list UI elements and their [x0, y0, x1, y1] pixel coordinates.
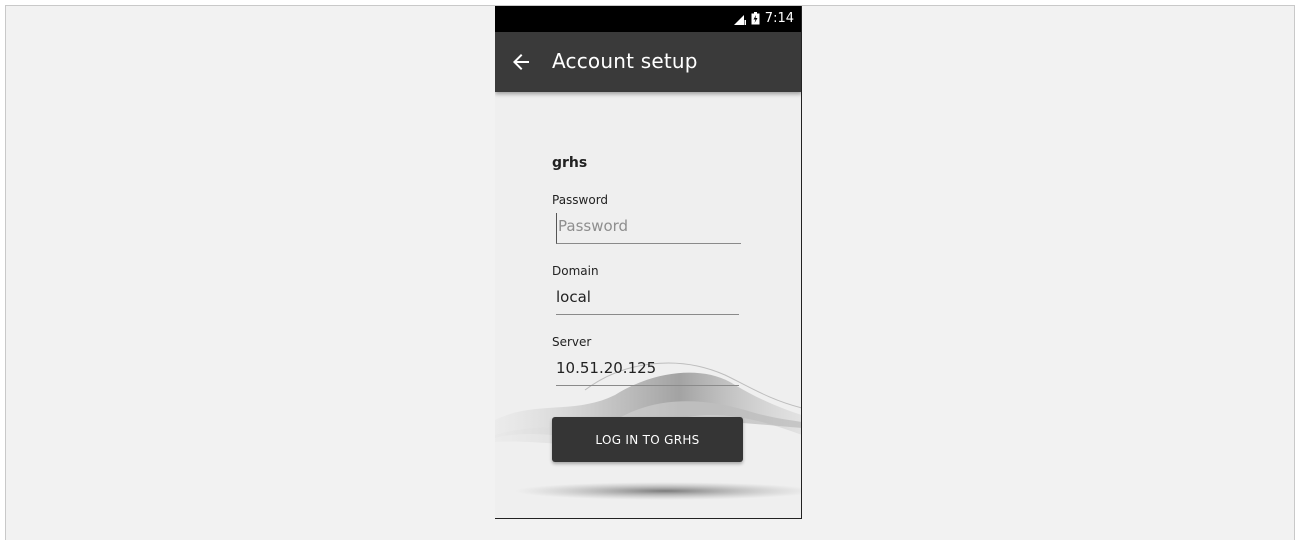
status-icons: 7:14: [733, 11, 794, 26]
server-label: Server: [552, 335, 592, 349]
status-bar: 7:14: [495, 6, 801, 32]
status-time: 7:14: [764, 11, 794, 26]
page-title: Account setup: [552, 49, 698, 73]
arrow-left-icon[interactable]: [509, 50, 533, 74]
password-label: Password: [552, 193, 609, 207]
account-name: grhs: [552, 155, 588, 171]
login-button[interactable]: LOG IN TO GRHS: [552, 417, 743, 462]
phone-screen: 7:14 Account setup grhs Password Domain …: [495, 6, 802, 519]
account-setup-form: grhs Password Domain Server LOG IN TO GR…: [495, 92, 801, 518]
password-field[interactable]: [556, 213, 741, 244]
domain-label: Domain: [552, 264, 599, 278]
domain-field[interactable]: [556, 284, 739, 315]
server-field[interactable]: [556, 355, 739, 386]
app-bar: Account setup: [495, 32, 801, 92]
signal-icon: [733, 12, 746, 25]
battery-charging-icon: [751, 12, 760, 25]
